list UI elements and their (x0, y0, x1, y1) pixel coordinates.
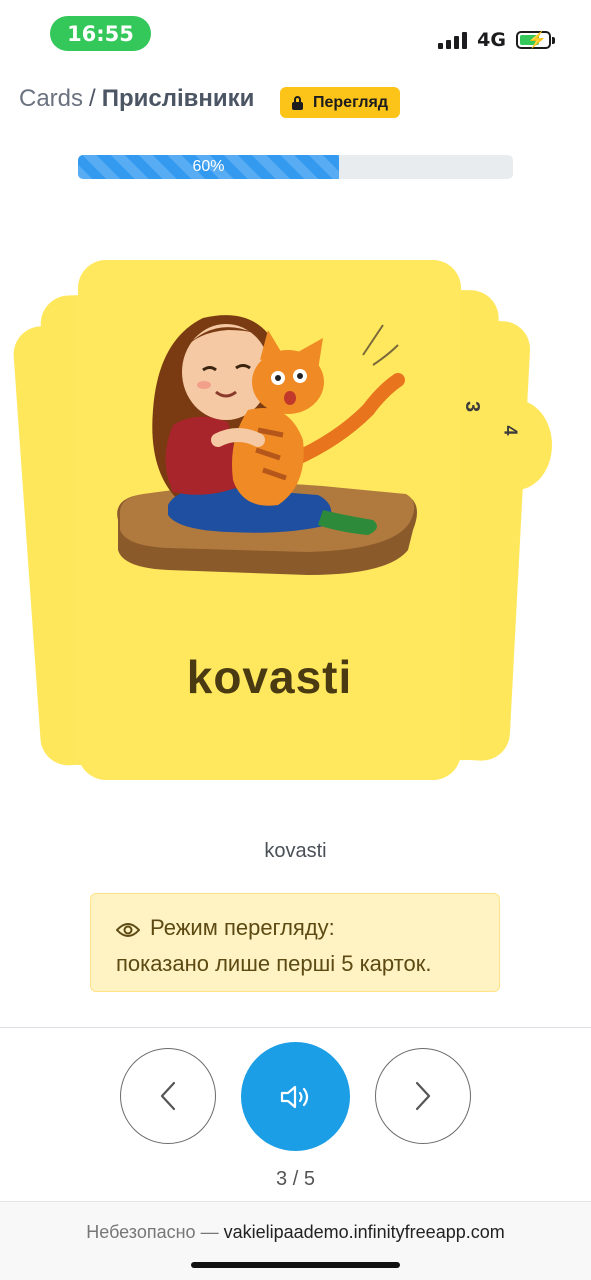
cellular-signal-icon (438, 31, 468, 49)
preview-notice: Режим перегляду: показано лише перші 5 к… (90, 893, 500, 992)
chevron-right-icon (415, 1081, 431, 1111)
next-card-number: 3 (461, 400, 484, 413)
speaker-icon (280, 1085, 308, 1108)
breadcrumb: Cards / Прислівники (19, 85, 254, 113)
security-label: Небезопасно — (86, 1222, 224, 1242)
battery-icon: ⚡ (516, 31, 555, 49)
play-sound-button[interactable] (241, 1042, 350, 1151)
card-word: kovasti (186, 651, 353, 703)
browser-url-bar[interactable]: Небезопасно — vakielipaademo.infinityfre… (0, 1201, 591, 1280)
progress-label: 60% (192, 158, 225, 175)
previous-button[interactable] (120, 1048, 216, 1144)
breadcrumb-separator: / (89, 85, 96, 112)
status-indicators: 4G ⚡ (438, 28, 555, 52)
next-card-number-2: 4 (500, 425, 521, 436)
progress-bar: 60% (78, 155, 513, 179)
url-domain: vakielipaademo.infinityfreeapp.com (223, 1222, 505, 1242)
status-time: 16:55 (50, 16, 151, 51)
eye-icon (116, 923, 140, 937)
notice-line-1: Режим перегляду: (150, 915, 335, 940)
mode-badge: Перегляд (280, 87, 400, 118)
card-illustration (117, 315, 418, 575)
chevron-left-icon (160, 1081, 176, 1111)
divider (0, 1027, 591, 1028)
card-counter: 3 / 5 (276, 1168, 315, 1190)
card-caption: kovasti (264, 840, 327, 862)
lock-icon (292, 96, 303, 110)
next-button[interactable] (375, 1048, 471, 1144)
mode-badge-label: Перегляд (313, 93, 388, 111)
breadcrumb-root[interactable]: Cards (19, 85, 83, 113)
next-card-tab (455, 370, 530, 470)
breadcrumb-current: Прислівники (101, 85, 255, 112)
notice-line-2: показано лише перші 5 карток. (116, 951, 432, 976)
url-text[interactable]: Небезопасно — vakielipaademo.infinityfre… (0, 1222, 591, 1243)
progress-fill: 60% (78, 155, 339, 179)
home-indicator[interactable] (191, 1262, 400, 1268)
network-type: 4G (477, 29, 506, 51)
card-deck[interactable]: 3 4 kovasti (0, 240, 591, 800)
